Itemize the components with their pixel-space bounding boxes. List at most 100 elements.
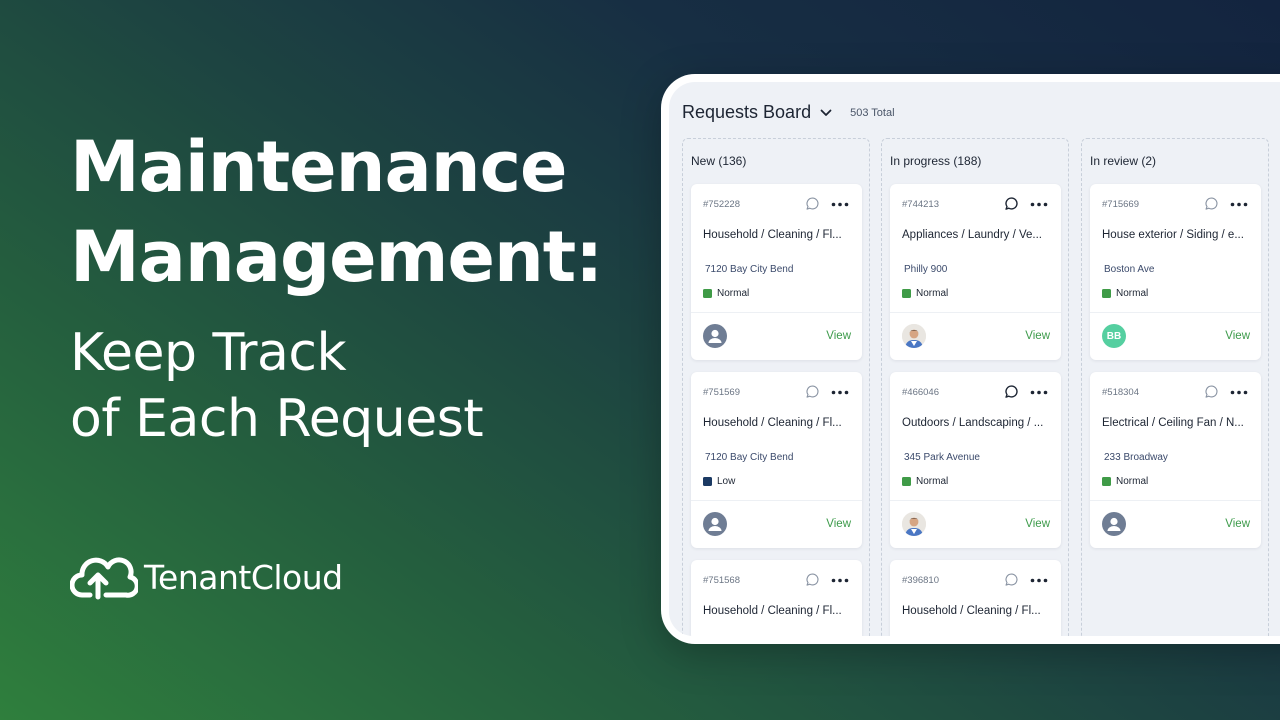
request-id: #752228 [703, 199, 740, 210]
view-link[interactable]: View [1025, 330, 1050, 342]
priority-indicator [1102, 477, 1111, 486]
request-address: 7120 Bay City Bend [705, 264, 794, 275]
priority: Normal [703, 288, 749, 299]
priority: Normal [1102, 288, 1148, 299]
board-total: 503 Total [850, 106, 895, 119]
request-title: House exterior / Siding / e... [1102, 229, 1244, 241]
priority-indicator [1102, 289, 1111, 298]
avatar-initials: BB [1102, 324, 1126, 348]
priority-indicator [703, 289, 712, 298]
comment-icon[interactable] [805, 572, 820, 587]
user-icon [708, 517, 722, 531]
request-card[interactable]: #715669 House exterior / Siding / e... B… [1090, 184, 1261, 360]
user-icon [1107, 517, 1121, 531]
user-photo-icon [902, 324, 926, 348]
priority-label: Normal [1116, 476, 1149, 487]
more-options-icon[interactable] [1230, 390, 1248, 395]
more-options-icon[interactable] [831, 390, 849, 395]
avatar [703, 324, 727, 348]
comment-icon[interactable] [1204, 384, 1219, 399]
request-address: Boston Ave [1104, 264, 1155, 275]
comment-icon[interactable] [805, 384, 820, 399]
comment-icon[interactable] [1004, 572, 1019, 587]
priority-indicator [902, 477, 911, 486]
view-link[interactable]: View [1025, 518, 1050, 530]
view-link[interactable]: View [1225, 518, 1250, 530]
request-title: Household / Cleaning / Fl... [703, 229, 842, 241]
request-card[interactable]: #751568 Household / Cleaning / Fl... [691, 560, 862, 636]
request-address: 345 Park Avenue [904, 452, 980, 463]
column-in-review: In review (2) #715669 House exterior / S… [1081, 138, 1269, 636]
priority-label: Normal [916, 476, 949, 487]
priority-label: Normal [1116, 288, 1149, 299]
more-options-icon[interactable] [831, 578, 849, 583]
request-id: #518304 [1102, 387, 1139, 398]
request-title: Appliances / Laundry / Ve... [902, 229, 1043, 241]
request-id: #466046 [902, 387, 939, 398]
comment-icon[interactable] [1004, 196, 1019, 211]
user-icon [708, 329, 722, 343]
hero-title: Maintenance Management: [70, 122, 630, 302]
card-divider [890, 312, 1061, 313]
hero-subtitle-line1: Keep Track [70, 323, 347, 383]
request-id: #751568 [703, 575, 740, 586]
avatar [902, 512, 926, 536]
request-address: 233 Broadway [1104, 452, 1168, 463]
view-link[interactable]: View [826, 518, 851, 530]
request-card[interactable]: #466046 Outdoors / Landscaping / ... 345… [890, 372, 1061, 548]
priority-label: Normal [717, 288, 750, 299]
card-divider [691, 500, 862, 501]
request-title: Household / Cleaning / Fl... [703, 417, 842, 429]
request-card[interactable]: #752228 Household / Cleaning / Fl... 712… [691, 184, 862, 360]
brand-name: TenantCloud [144, 557, 343, 597]
view-link[interactable]: View [826, 330, 851, 342]
priority: Normal [902, 288, 948, 299]
card-divider [691, 312, 862, 313]
request-card[interactable]: #751569 Household / Cleaning / Fl... 712… [691, 372, 862, 548]
app-window: Requests Board 503 Total New (136) #7522… [661, 74, 1280, 644]
more-options-icon[interactable] [831, 202, 849, 207]
request-title: Outdoors / Landscaping / ... [902, 417, 1044, 429]
request-card[interactable]: #396810 Household / Cleaning / Fl... [890, 560, 1061, 636]
priority: Normal [902, 476, 948, 487]
avatar [902, 324, 926, 348]
more-options-icon[interactable] [1030, 202, 1048, 207]
brand: TenantCloud [70, 553, 343, 601]
request-id: #751569 [703, 387, 740, 398]
column-title: In progress (188) [890, 154, 982, 168]
card-divider [1090, 312, 1261, 313]
card-divider [1090, 500, 1261, 501]
column-in-progress: In progress (188) #744213 Appliances / L… [881, 138, 1069, 636]
request-card[interactable]: #518304 Electrical / Ceiling Fan / N... … [1090, 372, 1261, 548]
hero-subtitle-line2: of Each Request [70, 389, 484, 449]
board-header: Requests Board 503 Total [682, 102, 895, 123]
hero-subtitle: Keep Track of Each Request [70, 320, 630, 452]
chevron-down-icon[interactable] [820, 109, 832, 117]
board-title[interactable]: Requests Board [682, 102, 811, 123]
column-title: In review (2) [1090, 154, 1157, 168]
avatar [703, 512, 727, 536]
comment-icon[interactable] [1004, 384, 1019, 399]
cloud-upload-icon [70, 557, 138, 600]
priority-indicator [703, 477, 712, 486]
card-divider [890, 500, 1061, 501]
request-address: Philly 900 [904, 264, 948, 275]
request-id: #715669 [1102, 199, 1139, 210]
user-photo-icon [902, 512, 926, 536]
view-link[interactable]: View [1225, 330, 1250, 342]
column-title: New (136) [691, 154, 747, 168]
request-id: #744213 [902, 199, 939, 210]
avatar [1102, 512, 1126, 536]
more-options-icon[interactable] [1230, 202, 1248, 207]
comment-icon[interactable] [1204, 196, 1219, 211]
request-title: Electrical / Ceiling Fan / N... [1102, 417, 1244, 429]
requests-board: Requests Board 503 Total New (136) #7522… [669, 82, 1280, 636]
request-address: 7120 Bay City Bend [705, 452, 794, 463]
priority-label: Low [717, 476, 736, 487]
more-options-icon[interactable] [1030, 578, 1048, 583]
comment-icon[interactable] [805, 196, 820, 211]
request-card[interactable]: #744213 Appliances / Laundry / Ve... Phi… [890, 184, 1061, 360]
priority: Normal [1102, 476, 1148, 487]
priority-indicator [902, 289, 911, 298]
more-options-icon[interactable] [1030, 390, 1048, 395]
